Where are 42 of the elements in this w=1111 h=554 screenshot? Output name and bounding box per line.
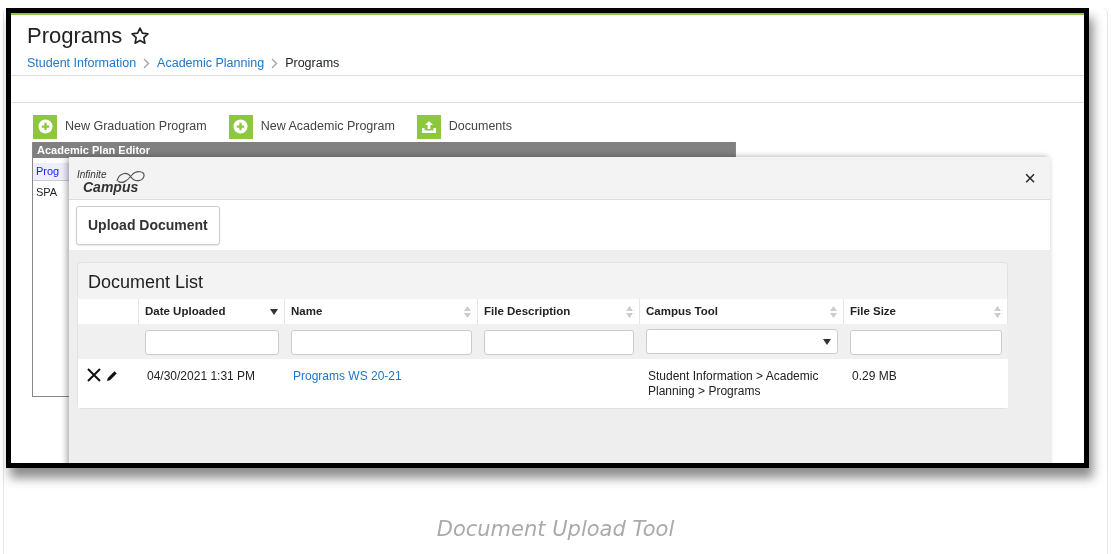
table-cell: 0.29 MB [852,369,897,384]
column-header[interactable]: File Size [844,299,1008,324]
filter-field[interactable] [291,329,472,355]
column-header[interactable]: Campus Tool [640,299,844,324]
sort-down-icon [270,308,278,315]
logo: Infinite Campus [77,162,149,194]
delete-icon[interactable] [86,367,102,383]
breadcrumb-link[interactable]: Academic Planning [157,53,265,73]
upload-icon [416,114,441,139]
list-item: SPA [36,186,58,198]
toolbar-button[interactable]: New Graduation Program [33,111,207,142]
figure-caption: Document Upload Tool [435,516,676,543]
filter-field[interactable] [145,329,279,355]
pencil-icon[interactable] [106,370,118,382]
column-header[interactable]: Date Uploaded [139,299,285,324]
table-cell-text: Student Information > Academic Planning > Programs [648,369,820,399]
panel-title: Academic Plan Editor [33,142,735,158]
breadcrumb-link[interactable]: Student Information [27,53,137,73]
table-cell: 04/30/2021 1:31 PM [147,369,256,384]
page-title: Programs [27,23,123,49]
close-button[interactable]: × [1018,168,1042,188]
caret-icon [823,338,831,345]
document-link[interactable]: Programs WS 20-21 [293,369,402,383]
chevron-icon [143,57,151,69]
toolbar-button[interactable]: Documents [416,111,513,142]
filter-field[interactable] [484,329,634,355]
breadcrumb-current: Programs [285,54,340,72]
sort-icon [994,305,1001,318]
toolbar-button[interactable]: New Academic Program [228,111,395,142]
star-icon[interactable] [130,26,151,46]
add-icon [33,114,57,139]
chevron-icon [271,57,279,69]
sort-icon [830,305,837,318]
column-header[interactable]: File Description [478,299,640,324]
column-header[interactable]: Name [285,299,478,324]
filter-field[interactable] [850,329,1002,355]
panel-title: Document List [87,271,205,294]
upload-button[interactable]: Upload Document [76,206,220,245]
add-icon [228,114,253,139]
sort-icon [626,305,633,318]
sort-icon [464,305,471,318]
filter-dropdown[interactable] [646,329,838,354]
